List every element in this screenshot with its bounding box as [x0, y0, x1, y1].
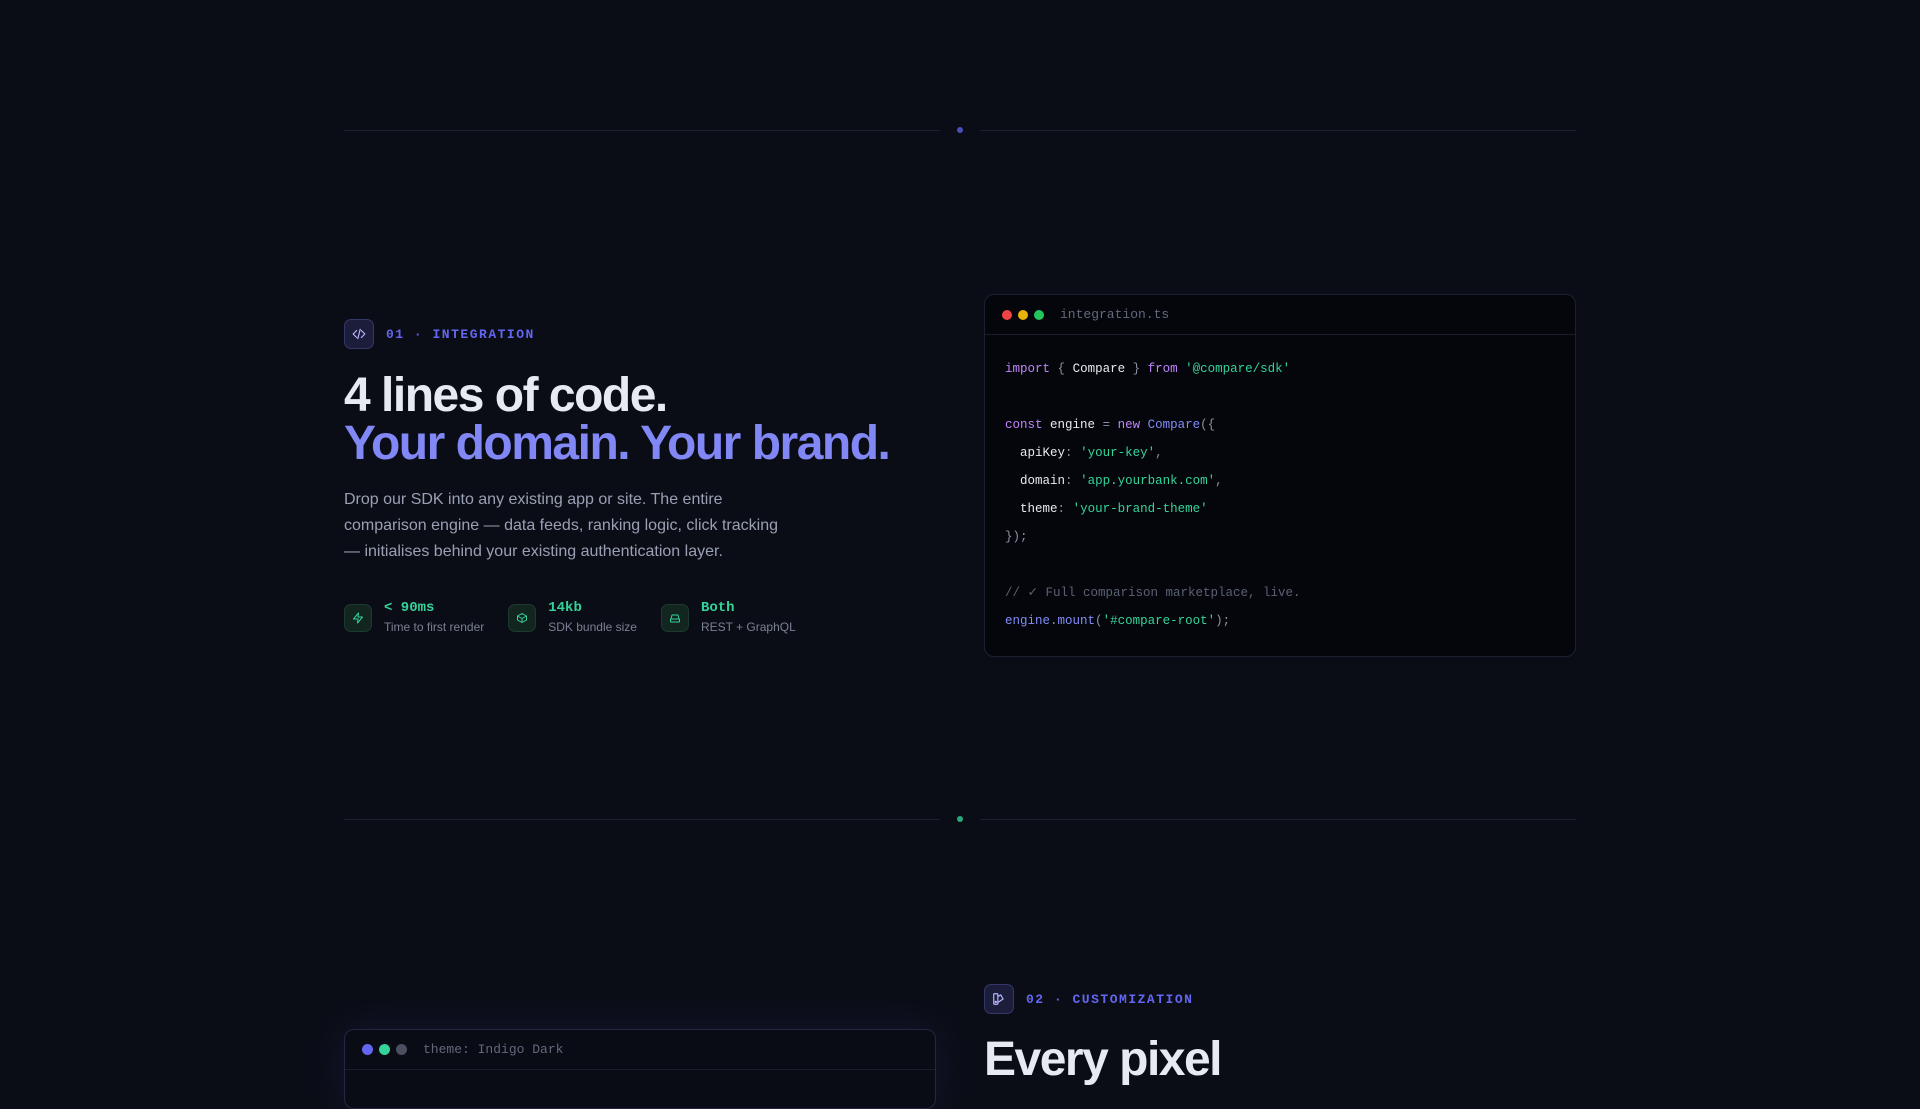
indigo-swatch-icon[interactable] — [362, 1044, 373, 1055]
page-title: 4 lines of code. Your domain. Your brand… — [344, 369, 891, 470]
stat-caption: REST + GraphQL — [700, 620, 796, 634]
stat-value: Both — [700, 600, 735, 616]
code-line: apiKey: 'your-key', — [1020, 446, 1163, 460]
section-label: 02 · CUSTOMIZATION — [1026, 991, 1194, 1007]
theme-preview-window: theme: Indigo Dark — [344, 1029, 936, 1109]
section-label: 01 · INTEGRATION — [386, 326, 535, 342]
section-eyebrow: 02 · CUSTOMIZATION — [984, 984, 1193, 1014]
code-line: theme: 'your-brand-theme' — [1020, 502, 1208, 516]
stats-row: < 90ms Time to first render 14kb SDK bun… — [344, 600, 796, 635]
file-name: integration.ts — [1060, 307, 1170, 322]
stat-item: 14kb SDK bundle size — [508, 600, 637, 635]
code-line: const engine = new Compare({ — [1005, 418, 1216, 432]
divider-line — [344, 130, 940, 131]
divider-line — [980, 819, 1576, 820]
divider-dot — [957, 816, 963, 822]
window-titlebar: integration.ts — [985, 295, 1575, 335]
server-icon — [660, 603, 689, 632]
minimize-dot-icon — [1018, 309, 1028, 320]
palette-icon — [984, 984, 1014, 1014]
code-window: integration.ts import { Compare } from '… — [984, 294, 1576, 657]
gray-swatch-icon[interactable] — [396, 1044, 407, 1055]
code-block: import { Compare } from '@compare/sdk' c… — [985, 335, 1575, 635]
stat-value: < 90ms — [384, 600, 435, 616]
stat-value: 14kb — [548, 600, 582, 616]
stat-item: < 90ms Time to first render — [344, 600, 484, 635]
theme-name: theme: Indigo Dark — [423, 1042, 564, 1057]
section-eyebrow: 01 · INTEGRATION — [344, 319, 535, 349]
section-headline: Every pixel — [984, 1033, 1223, 1086]
code-icon — [344, 319, 374, 349]
divider-line — [980, 130, 1576, 131]
window-titlebar: theme: Indigo Dark — [345, 1030, 935, 1070]
box-icon — [508, 603, 537, 632]
code-line: engine.mount('#compare-root'); — [1005, 614, 1231, 628]
close-dot-icon — [1002, 309, 1012, 320]
code-line: }); — [1005, 530, 1028, 544]
section-divider — [344, 127, 1576, 133]
stat-item: Both REST + GraphQL — [660, 600, 796, 635]
code-line: import { Compare } from '@compare/sdk' — [1005, 362, 1291, 376]
stat-caption: Time to first render — [384, 620, 485, 634]
headline-line-1: 4 lines of code. — [344, 369, 668, 422]
code-line: // ✓ Full comparison marketplace, live. — [1005, 586, 1301, 600]
maximize-dot-icon — [1034, 309, 1044, 320]
code-line: domain: 'app.yourbank.com', — [1020, 474, 1223, 488]
section-divider — [344, 816, 1576, 822]
headline-line-2: Your domain. Your brand. — [344, 417, 891, 470]
divider-line — [344, 819, 940, 820]
bolt-icon — [344, 603, 372, 632]
section-description: Drop our SDK into any existing app or si… — [344, 491, 778, 560]
stat-caption: SDK bundle size — [548, 620, 637, 634]
green-swatch-icon[interactable] — [379, 1044, 390, 1055]
divider-dot — [957, 127, 963, 133]
